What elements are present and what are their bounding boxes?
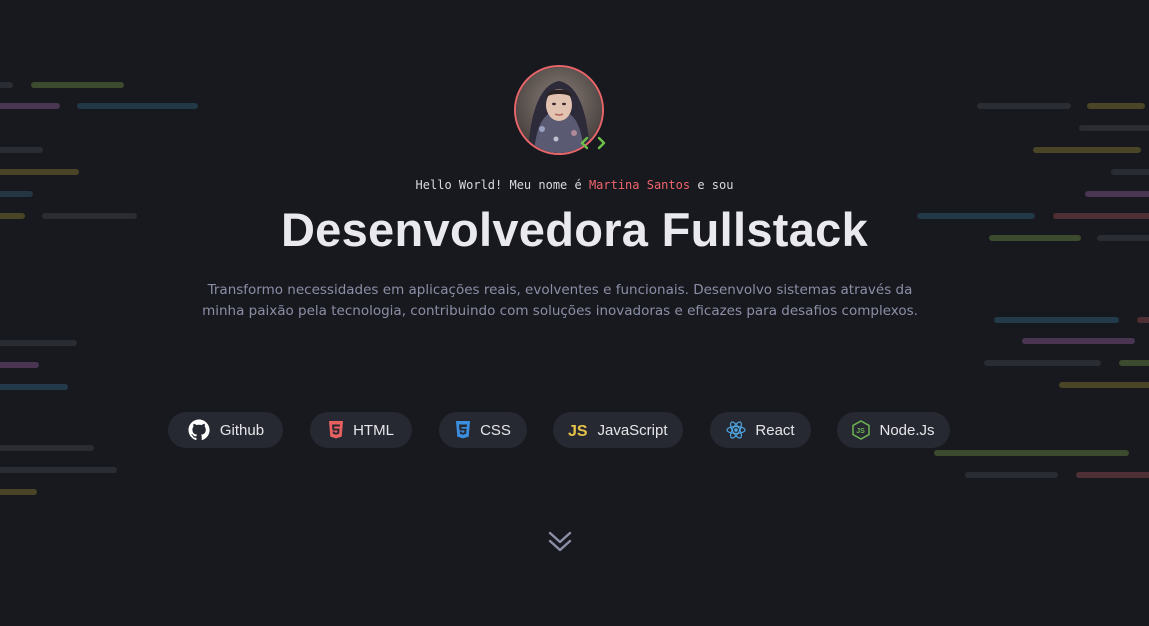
svg-text:JS: JS bbox=[568, 423, 588, 438]
greeting-prefix: Hello World! Meu nome é bbox=[415, 178, 589, 192]
tech-pill-react[interactable]: React bbox=[710, 412, 811, 448]
tech-pill-css[interactable]: CSS bbox=[439, 412, 527, 448]
tech-pill-github[interactable]: Github bbox=[168, 412, 283, 448]
tech-label-github: Github bbox=[219, 421, 265, 439]
tech-label-nodejs: Node.Js bbox=[879, 421, 935, 439]
css3-icon bbox=[455, 421, 471, 439]
chevron-double-down-icon[interactable] bbox=[548, 531, 572, 553]
code-brackets-icon bbox=[578, 133, 610, 153]
greeting-name: Martina Santos bbox=[588, 178, 691, 192]
tech-label-react: React bbox=[755, 421, 795, 439]
react-icon bbox=[726, 420, 747, 440]
page-title: Desenvolvedora Fullstack bbox=[280, 203, 869, 256]
tech-pill-nodejs[interactable]: JS Node.Js bbox=[837, 412, 950, 448]
svg-text:JS: JS bbox=[857, 428, 866, 435]
tech-pill-html[interactable]: HTML bbox=[310, 412, 412, 448]
nodejs-icon: JS bbox=[852, 420, 871, 440]
javascript-icon: JS bbox=[568, 422, 588, 438]
tech-pill-javascript[interactable]: JS JavaScript bbox=[553, 412, 683, 448]
greeting-suffix: e sou bbox=[690, 178, 734, 192]
profile-avatar-group bbox=[514, 65, 606, 155]
tech-label-css: CSS bbox=[480, 421, 511, 439]
tech-label-html: HTML bbox=[353, 421, 394, 439]
html5-icon bbox=[328, 421, 344, 439]
tech-label-javascript: JavaScript bbox=[597, 421, 668, 439]
hero-description: Transformo necessidades em aplicações re… bbox=[202, 282, 918, 319]
github-icon bbox=[187, 418, 211, 442]
greeting-text: Hello World! Meu nome é Martina Santos e… bbox=[0, 178, 1149, 192]
